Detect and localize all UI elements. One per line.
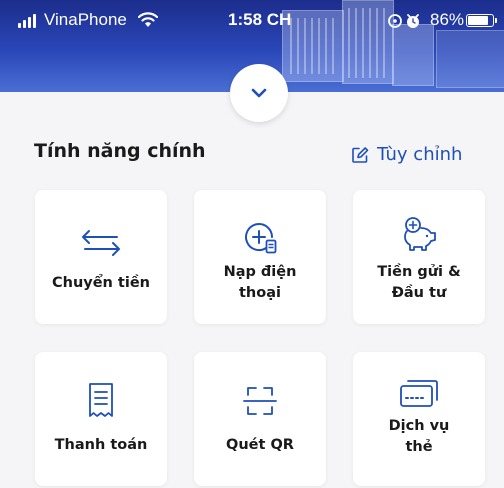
feature-card-card-service[interactable]: Dịch vụ thẻ bbox=[353, 352, 485, 486]
carrier-name: VinaPhone bbox=[44, 10, 127, 29]
chevron-down-icon bbox=[251, 88, 267, 98]
qr-scan-icon bbox=[243, 387, 277, 415]
customize-label: Tùy chỉnh bbox=[377, 144, 463, 165]
card-service-icon bbox=[400, 380, 438, 407]
feature-label: Tiền gửi & Đầu tư bbox=[377, 264, 461, 301]
section-title: Tính năng chính bbox=[34, 140, 206, 162]
screen: VinaPhone 1:58 CH 86% Tính năng chính Tù… bbox=[0, 0, 504, 488]
wifi-icon bbox=[138, 12, 158, 27]
feature-card-payment[interactable]: Thanh toán bbox=[35, 352, 167, 486]
feature-label: Thanh toán bbox=[54, 437, 148, 453]
customize-button[interactable]: Tùy chỉnh bbox=[351, 144, 462, 165]
feature-label: Quét QR bbox=[226, 437, 294, 453]
collapse-button[interactable] bbox=[230, 64, 288, 122]
clock-time: 1:58 CH bbox=[228, 10, 292, 29]
signal-icon bbox=[18, 14, 40, 28]
feature-label: Nạp điện thoại bbox=[223, 264, 297, 301]
feature-card-savings[interactable]: Tiền gửi & Đầu tư bbox=[353, 190, 485, 324]
feature-card-phone-topup[interactable]: Nạp điện thoại bbox=[194, 190, 326, 324]
feature-label: Dịch vụ thẻ bbox=[388, 418, 450, 455]
battery-percent: 86% bbox=[430, 10, 465, 29]
edit-icon bbox=[352, 146, 369, 163]
phone-topup-icon bbox=[245, 223, 277, 254]
battery-icon bbox=[466, 14, 497, 27]
transfer-arrows-icon bbox=[82, 230, 120, 256]
piggy-bank-icon bbox=[404, 217, 436, 251]
feature-label: Chuyển tiền bbox=[51, 275, 150, 291]
feature-card-transfer[interactable]: Chuyển tiền bbox=[35, 190, 167, 324]
feature-card-qr[interactable]: Quét QR bbox=[194, 352, 326, 486]
alarm-lock-icon bbox=[388, 14, 419, 28]
receipt-icon bbox=[89, 383, 113, 417]
status-bar: VinaPhone 1:58 CH 86% bbox=[0, 0, 504, 40]
